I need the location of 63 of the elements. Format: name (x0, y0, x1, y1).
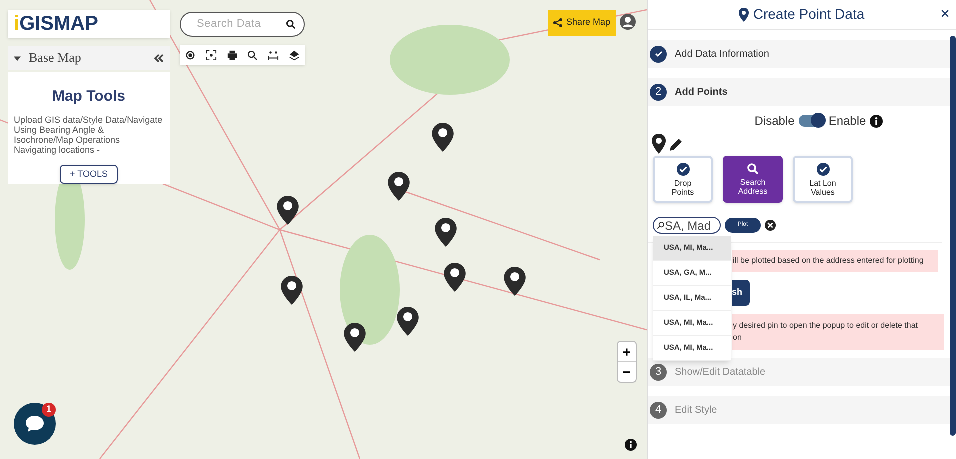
locate-icon[interactable] (184, 50, 196, 60)
toggle-switch[interactable] (798, 115, 825, 127)
check-icon (654, 49, 664, 59)
map-pin-icon[interactable] (504, 267, 526, 296)
info-note: ill be plotted based on the address entered for plotting (732, 250, 938, 272)
map-pin-icon[interactable] (344, 323, 366, 352)
card-description: Upload GIS data/Style Data/Navigate Using Bearing Angle & Isochrone/Map Operations Navigating locations - (14, 114, 164, 154)
share-map-button[interactable]: Share Map (548, 10, 616, 36)
map-pin-icon[interactable] (432, 123, 454, 152)
mode-button[interactable]: Drop Points (653, 156, 713, 203)
step-number: 4 (650, 402, 667, 418)
mode-button[interactable]: Search Address (723, 156, 783, 203)
measure-icon[interactable] (268, 50, 280, 60)
chat-button[interactable] (14, 403, 56, 445)
base-map-header[interactable]: Base Map (8, 46, 170, 70)
map-pin-icon[interactable] (444, 263, 466, 292)
map-marker-icon (739, 8, 750, 22)
chat-bubble-icon (25, 415, 45, 433)
map-pin-icon[interactable] (277, 196, 299, 225)
step-header[interactable]: 4 Edit Style (648, 396, 950, 424)
search-input[interactable]: Search Data (197, 16, 286, 33)
pin-edit-icon (652, 134, 682, 154)
check-circle-icon (676, 162, 690, 176)
panel-title: Create Point Data (753, 5, 865, 24)
collapse-icon[interactable] (154, 54, 164, 62)
search-icon (747, 163, 759, 175)
map-pin-icon[interactable] (435, 218, 457, 247)
address-input[interactable]: SA, Mad (665, 216, 717, 234)
focus-icon[interactable] (206, 50, 217, 60)
map-pin-icon[interactable] (397, 307, 419, 336)
close-button[interactable]: × (940, 2, 950, 26)
map-pin-icon[interactable] (281, 276, 303, 305)
search-icon (657, 220, 665, 231)
map-background[interactable]: iGISMAP Base Map Map Tools Upload GIS data/Style Data/Navigate Using Bearing Angle & Isochrone/Map Operations Navigating locations - + TOOLS Search Data Share Map + − 1 (0, 0, 647, 459)
enable-label: Enable (828, 113, 866, 130)
tools-button[interactable]: + TOOLS (60, 164, 118, 184)
step-number: 2 (650, 84, 667, 100)
disable-label: Disable (754, 113, 795, 130)
map-pin-icon[interactable] (388, 172, 410, 201)
mode-button[interactable]: Lat Lon Values (793, 156, 853, 203)
clear-icon[interactable] (765, 220, 776, 231)
info-icon[interactable] (625, 439, 637, 451)
step-header[interactable]: Add Data Information (648, 40, 950, 68)
search-icon (286, 19, 296, 30)
card-title: Map Tools (52, 87, 126, 107)
user-avatar-icon[interactable] (620, 14, 636, 30)
action-button[interactable]: sh (732, 280, 750, 306)
logo: iGISMAP (8, 10, 170, 38)
address-search-bar[interactable]: SA, Mad (653, 217, 721, 234)
share-icon (553, 18, 564, 28)
print-icon[interactable] (226, 50, 238, 60)
step-header[interactable]: 3 Show/Edit Datatable (648, 358, 950, 386)
zoom-icon[interactable] (247, 50, 258, 60)
check-circle-icon (816, 162, 830, 176)
search-bar[interactable]: Search Data (180, 12, 305, 37)
info-note: y desired pin to open the popup to edit or delete that on (732, 314, 944, 350)
notification-badge: 1 (42, 403, 56, 417)
step-number: 3 (650, 364, 667, 380)
zoom-out-button[interactable]: − (618, 362, 636, 382)
zoom-in-button[interactable]: + (618, 342, 636, 362)
step-header[interactable]: 2 Add Points (648, 78, 950, 106)
info-icon[interactable] (870, 114, 884, 128)
layers-icon[interactable] (289, 50, 300, 60)
